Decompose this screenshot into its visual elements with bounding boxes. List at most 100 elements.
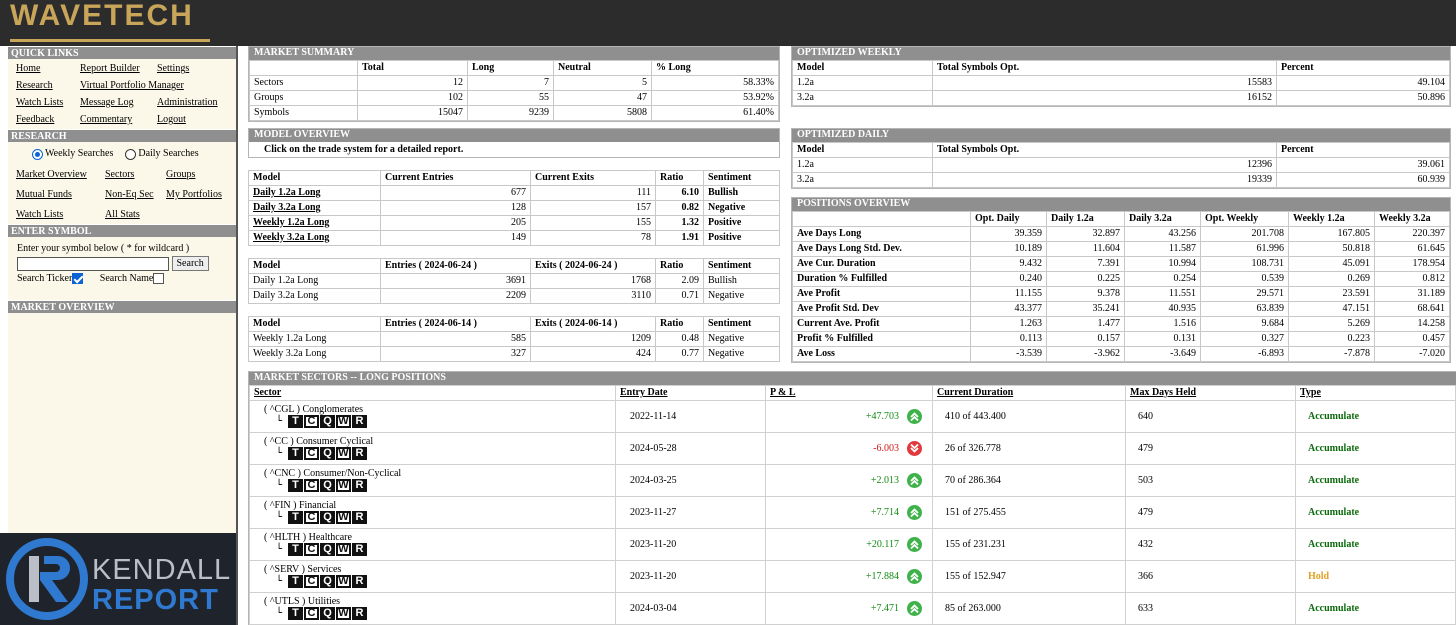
link-report-builder[interactable]: Report Builder [80, 61, 157, 76]
cell: 0.157 [1046, 331, 1125, 347]
trade-system-link[interactable]: Daily 1.2a Long [248, 185, 381, 201]
sort-max-days-held-header[interactable]: Max Days Held [1125, 385, 1296, 401]
chart-link-c-button[interactable]: C [304, 543, 319, 557]
enter-symbol-header: ENTER SYMBOL [8, 224, 236, 237]
search-name-checkbox[interactable] [153, 273, 165, 285]
chart-link-q-button[interactable]: Q [320, 607, 335, 621]
wavetech-logo[interactable]: WAVETECH [10, 0, 194, 32]
sector-name[interactable]: ( ^CNC ) Consumer/Non-Cyclical [264, 468, 615, 479]
daily-searches-radio[interactable]: Daily Searches [125, 146, 199, 162]
link-message-log[interactable]: Message Log [80, 95, 157, 110]
sort-current-duration-header[interactable]: Current Duration [932, 385, 1126, 401]
cell: 68.641 [1374, 301, 1450, 317]
chart-link-q-button[interactable]: Q [320, 479, 335, 493]
chart-links-row: └ T C Q W R [264, 479, 615, 493]
chart-link-r-button[interactable]: R [352, 511, 367, 525]
chart-link-r-button[interactable]: R [352, 447, 367, 461]
link-logout[interactable]: Logout [157, 112, 227, 127]
link-market-overview[interactable]: Market Overview [16, 167, 105, 182]
link-my-portfolios[interactable]: My Portfolios [166, 187, 231, 202]
sector-name[interactable]: ( ^FIN ) Financial [264, 500, 615, 511]
current-duration-cell: 70 of 286.364 [932, 464, 1126, 497]
row-label: Current Ave. Profit [792, 316, 971, 332]
search-ticker-checkbox[interactable] [72, 273, 84, 285]
chart-link-q-button[interactable]: Q [320, 575, 335, 589]
chart-link-r-button[interactable]: R [352, 415, 367, 429]
chart-link-w-button[interactable]: W [336, 447, 351, 461]
sector-name[interactable]: ( ^HLTH ) Healthcare [264, 532, 615, 543]
sort-pl-header[interactable]: P & L [765, 385, 933, 401]
chart-link-w-button[interactable]: W [336, 415, 351, 429]
cell: 0.77 [655, 346, 704, 362]
link-sectors[interactable]: Sectors [105, 167, 166, 182]
chart-link-t-button[interactable]: T [288, 479, 303, 493]
chart-link-c-button[interactable]: C [304, 511, 319, 525]
daily-1-2a-long-link[interactable]: Daily 1.2a Long [253, 187, 321, 198]
chart-link-t-button[interactable]: T [288, 511, 303, 525]
chart-link-r-button[interactable]: R [352, 575, 367, 589]
link-research[interactable]: Research [16, 78, 80, 93]
chart-link-c-button[interactable]: C [304, 607, 319, 621]
chart-link-r-button[interactable]: R [352, 543, 367, 557]
link-mutual-funds[interactable]: Mutual Funds [16, 187, 105, 202]
chart-link-t-button[interactable]: T [288, 415, 303, 429]
link-all-stats[interactable]: All Stats [105, 207, 166, 222]
sort-type-header[interactable]: Type [1295, 385, 1456, 401]
link-groups[interactable]: Groups [166, 167, 231, 182]
chart-link-c-button[interactable]: C [304, 575, 319, 589]
link-watch-lists[interactable]: Watch Lists [16, 95, 80, 110]
chart-link-t-button[interactable]: T [288, 543, 303, 557]
chart-link-t-button[interactable]: T [288, 607, 303, 621]
chart-link-c-button[interactable]: C [304, 447, 319, 461]
sector-name[interactable]: ( ^CGL ) Conglomerates [264, 404, 615, 415]
cell: -3.539 [970, 346, 1047, 362]
row-label: Profit % Fulfilled [792, 331, 971, 347]
radio-unselected-icon[interactable] [125, 148, 137, 160]
weekly-1-2a-long-link[interactable]: Weekly 1.2a Long [253, 217, 329, 228]
cell: 220.397 [1374, 226, 1450, 242]
cell: 39.061 [1276, 157, 1450, 173]
chart-link-w-button[interactable]: W [336, 511, 351, 525]
weekly-searches-radio[interactable]: Weekly Searches [32, 146, 113, 162]
chart-link-q-button[interactable]: Q [320, 415, 335, 429]
sector-name[interactable]: ( ^SERV ) Services [264, 564, 615, 575]
link-home[interactable]: Home [16, 61, 80, 76]
link-feedback[interactable]: Feedback [16, 112, 80, 127]
symbol-input[interactable] [17, 256, 169, 271]
cell: 102 [357, 90, 468, 106]
chart-link-t-button[interactable]: T [288, 447, 303, 461]
chart-link-w-button[interactable]: W [336, 607, 351, 621]
chart-link-r-button[interactable]: R [352, 607, 367, 621]
trade-system-link[interactable]: Weekly 3.2a Long [248, 230, 381, 246]
sector-name[interactable]: ( ^UTLS ) Utilities [264, 596, 615, 607]
sort-entry-date-header[interactable]: Entry Date [615, 385, 766, 401]
chart-link-w-button[interactable]: W [336, 543, 351, 557]
chart-link-q-button[interactable]: Q [320, 543, 335, 557]
chart-link-t-button[interactable]: T [288, 575, 303, 589]
weekly-3-2a-long-link[interactable]: Weekly 3.2a Long [253, 232, 329, 243]
chart-link-group: TCQWR [288, 511, 367, 525]
daily-3-2a-long-link[interactable]: Daily 3.2a Long [253, 202, 321, 213]
sector-name[interactable]: ( ^CC ) Consumer Cyclical [264, 436, 615, 447]
chart-link-r-button[interactable]: R [352, 479, 367, 493]
chart-link-c-button[interactable]: C [304, 415, 319, 429]
link-virtual-portfolio-manager[interactable]: Virtual Portfolio Manager [80, 78, 227, 93]
chart-link-w-button[interactable]: W [336, 575, 351, 589]
chart-link-q-button[interactable]: Q [320, 447, 335, 461]
link-watch-lists-2[interactable]: Watch Lists [16, 207, 105, 222]
cell: Daily 3.2a Long [248, 288, 381, 304]
trade-system-link[interactable]: Weekly 1.2a Long [248, 215, 381, 231]
chart-link-q-button[interactable]: Q [320, 511, 335, 525]
kendall-report-logo: KENDALL REPORT [0, 533, 236, 625]
chart-link-c-button[interactable]: C [304, 479, 319, 493]
link-settings[interactable]: Settings [157, 61, 227, 76]
search-button[interactable]: Search [171, 256, 209, 271]
trade-system-link[interactable]: Daily 3.2a Long [248, 200, 381, 216]
chart-link-w-button[interactable]: W [336, 479, 351, 493]
link-administration[interactable]: Administration [157, 95, 227, 110]
radio-selected-icon[interactable] [32, 148, 43, 160]
link-commentary[interactable]: Commentary [80, 112, 157, 127]
link-non-eq-sec[interactable]: Non-Eq Sec [105, 187, 166, 202]
cell: 9.684 [1200, 316, 1289, 332]
sort-sector-header[interactable]: Sector [249, 385, 616, 401]
